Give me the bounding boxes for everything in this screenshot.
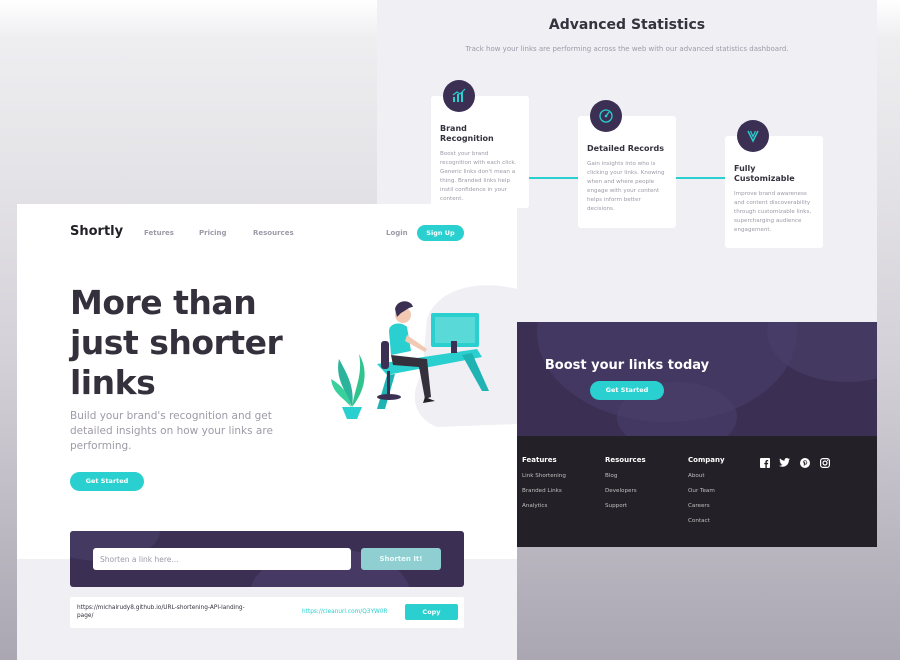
footer-link[interactable]: About: [688, 473, 725, 480]
card-text: Boost your brand recognition with each c…: [440, 151, 517, 202]
card-title: Brand Recognition: [440, 124, 494, 143]
footer-link[interactable]: Careers: [688, 503, 725, 510]
login-link[interactable]: Login: [386, 229, 408, 237]
footer-link[interactable]: Developers: [605, 488, 646, 495]
copy-button[interactable]: Copy: [405, 604, 458, 620]
original-url: https://michalrudy8.github.io/URL-shorte…: [77, 605, 245, 619]
hero-title: More than just shorter links: [70, 283, 283, 402]
social-links: [759, 457, 830, 468]
pinterest-icon[interactable]: [799, 457, 810, 468]
tools-icon: [737, 120, 769, 152]
footer-column-resources: Resources Blog Developers Support: [605, 456, 646, 518]
footer-link[interactable]: Contact: [688, 518, 725, 525]
logo[interactable]: Shortly: [70, 224, 123, 239]
landing-page-panel: Shortly Fetures Pricing Resources Login …: [17, 204, 517, 660]
working-illustration: [327, 279, 517, 429]
feature-card-fully-customizable: Fully Customizable Improve brand awarene…: [725, 120, 823, 248]
signup-button[interactable]: Sign Up: [417, 225, 464, 241]
boost-get-started-button[interactable]: Get Started: [590, 381, 664, 400]
nav-pricing[interactable]: Pricing: [199, 229, 227, 237]
stats-subtitle: Track how your links are performing acro…: [465, 45, 789, 53]
stats-title: Advanced Statistics: [548, 17, 706, 33]
facebook-icon[interactable]: [759, 457, 770, 468]
footer-heading: Resources: [605, 456, 646, 464]
gauge-icon: [590, 100, 622, 132]
twitter-icon[interactable]: [779, 457, 790, 468]
feature-card-detailed-records: Detailed Records Gain insights into who …: [578, 100, 676, 228]
shorten-form: Shorten It!: [70, 531, 464, 587]
footer-column-company: Company About Our Team Careers Contact: [688, 456, 725, 533]
footer-link[interactable]: Analytics: [522, 503, 566, 510]
footer-link[interactable]: Branded Links: [522, 488, 566, 495]
footer-heading: Features: [522, 456, 557, 464]
hero-get-started-button[interactable]: Get Started: [70, 472, 144, 491]
footer-link[interactable]: Link Shortening: [522, 473, 566, 480]
feature-card-brand-recognition: Brand Recognition Boost your brand recog…: [431, 80, 529, 208]
card-text: Improve brand awareness and content disc…: [734, 191, 812, 233]
instagram-icon[interactable]: [819, 457, 830, 468]
card-title: Detailed Records: [587, 144, 664, 153]
shorten-it-button[interactable]: Shorten It!: [361, 548, 441, 570]
shortened-link-result: https://michalrudy8.github.io/URL-shorte…: [70, 597, 464, 628]
footer-column-features: Features Link Shortening Branded Links A…: [522, 456, 566, 518]
short-url[interactable]: https://cleanuri.com/Q3YW0R: [302, 609, 387, 615]
footer-link[interactable]: Our Team: [688, 488, 725, 495]
footer-heading: Company: [688, 456, 725, 464]
nav-resources[interactable]: Resources: [253, 229, 294, 237]
shorten-link-input[interactable]: [93, 548, 351, 570]
chart-icon: [443, 80, 475, 112]
nav-features[interactable]: Fetures: [144, 229, 174, 237]
footer-link[interactable]: Support: [605, 503, 646, 510]
footer-link[interactable]: Blog: [605, 473, 646, 480]
card-text: Gain insights into who is clicking your …: [587, 161, 665, 212]
hero-subtitle: Build your brand's recognition and get d…: [70, 410, 273, 452]
card-title: Fully Customizable: [734, 164, 795, 183]
